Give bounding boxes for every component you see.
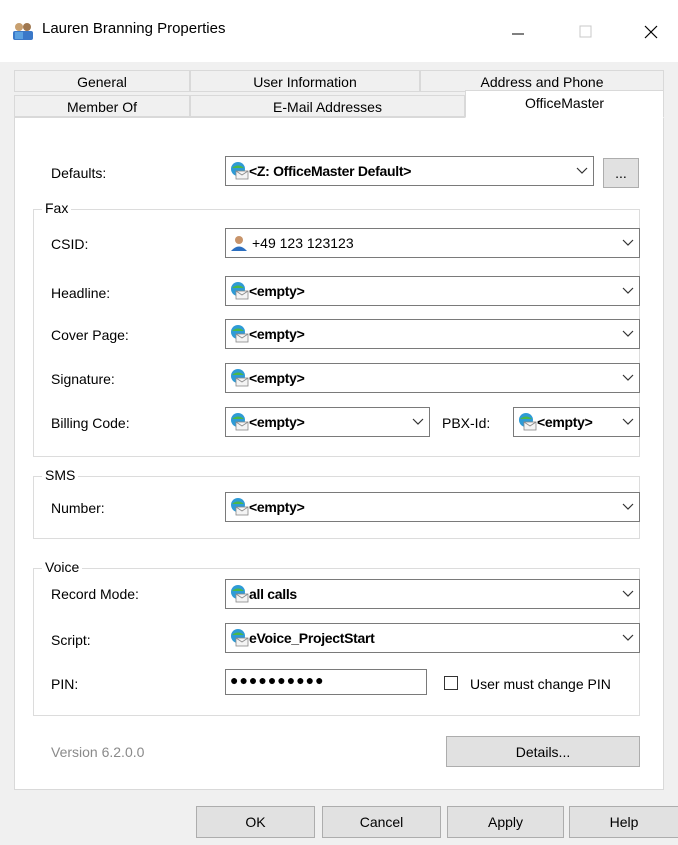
- cancel-button[interactable]: Cancel: [322, 806, 441, 838]
- tab-label: Address and Phone: [480, 74, 604, 90]
- cover-page-value: <empty>: [249, 326, 305, 342]
- must-change-pin-label[interactable]: User must change PIN: [470, 676, 611, 692]
- apply-button[interactable]: Apply: [447, 806, 564, 838]
- version-label: Version 6.2.0.0: [51, 744, 145, 760]
- billing-code-value: <empty>: [249, 414, 305, 430]
- signature-value: <empty>: [249, 370, 305, 386]
- globe-envelope-icon: [519, 413, 537, 431]
- globe-envelope-icon: [231, 369, 249, 387]
- tab-label: User Information: [253, 74, 357, 90]
- apply-label: Apply: [487, 814, 524, 830]
- csid-value: +49 123 123123: [252, 235, 354, 251]
- sms-number-combobox[interactable]: <empty>: [225, 492, 640, 522]
- signature-combobox[interactable]: <empty>: [225, 363, 640, 393]
- globe-envelope-icon: [231, 282, 249, 300]
- tab-address-and-phone[interactable]: Address and Phone: [420, 70, 664, 92]
- fax-group-title: Fax: [42, 200, 72, 216]
- cancel-label: Cancel: [359, 814, 404, 830]
- cover-page-combobox[interactable]: <empty>: [225, 319, 640, 349]
- chevron-down-icon: [571, 167, 593, 175]
- window-title: Lauren Branning Properties: [42, 20, 226, 37]
- chevron-down-icon: [617, 330, 639, 338]
- globe-envelope-icon: [231, 162, 249, 180]
- pbx-id-combobox[interactable]: <empty>: [513, 407, 640, 437]
- globe-envelope-icon: [231, 585, 249, 603]
- sms-number-label: Number:: [51, 500, 105, 516]
- pbx-id-label: PBX-Id:: [442, 415, 491, 431]
- details-label: Details...: [515, 743, 571, 760]
- minimize-icon: [512, 33, 524, 35]
- globe-envelope-icon: [231, 413, 249, 431]
- chevron-down-icon: [407, 418, 429, 426]
- sms-group-title: SMS: [42, 467, 79, 483]
- maximize-icon: [579, 25, 592, 38]
- pin-field[interactable]: ●●●●●●●●●●: [225, 669, 427, 695]
- defaults-value: <Z: OfficeMaster Default>: [249, 163, 412, 179]
- defaults-combobox[interactable]: <Z: OfficeMaster Default>: [225, 156, 594, 186]
- close-button[interactable]: [628, 10, 674, 54]
- help-button[interactable]: Help: [569, 806, 678, 838]
- minimize-button[interactable]: [495, 10, 541, 54]
- script-label: Script:: [51, 632, 91, 648]
- record-mode-label: Record Mode:: [51, 586, 139, 602]
- tab-general[interactable]: General: [14, 70, 190, 92]
- billing-code-combobox[interactable]: <empty>: [225, 407, 430, 437]
- script-value: eVoice_ProjectStart: [249, 630, 375, 646]
- tab-user-information[interactable]: User Information: [190, 70, 420, 92]
- csid-label: CSID:: [51, 236, 89, 252]
- chevron-down-icon: [617, 374, 639, 382]
- title-bar: Lauren Branning Properties: [0, 0, 678, 62]
- tab-officemaster[interactable]: OfficeMaster: [465, 90, 664, 118]
- tab-label: E-Mail Addresses: [273, 99, 382, 115]
- headline-label: Headline:: [51, 285, 111, 301]
- tab-email-addresses[interactable]: E-Mail Addresses: [190, 95, 465, 117]
- tab-member-of[interactable]: Member Of: [14, 95, 190, 117]
- chevron-down-icon: [617, 634, 639, 642]
- ok-label: OK: [245, 814, 266, 830]
- maximize-button: [563, 10, 609, 54]
- chevron-down-icon: [617, 239, 639, 247]
- user-icon: [231, 236, 247, 251]
- pin-label: PIN:: [51, 676, 79, 692]
- ok-button[interactable]: OK: [196, 806, 315, 838]
- must-change-pin-checkbox[interactable]: [444, 676, 458, 690]
- browse-label: ...: [615, 165, 627, 181]
- record-mode-combobox[interactable]: all calls: [225, 579, 640, 609]
- sms-number-value: <empty>: [249, 499, 305, 515]
- globe-envelope-icon: [231, 629, 249, 647]
- csid-combobox[interactable]: +49 123 123123: [225, 228, 640, 258]
- cover-page-label: Cover Page:: [51, 327, 129, 343]
- close-icon: [644, 25, 658, 39]
- tab-label: Member Of: [66, 99, 137, 115]
- script-combobox[interactable]: eVoice_ProjectStart: [225, 623, 640, 653]
- help-label: Help: [609, 814, 639, 830]
- users-icon: [13, 23, 33, 40]
- billing-code-label: Billing Code:: [51, 415, 130, 431]
- chevron-down-icon: [617, 503, 639, 511]
- voice-group-title: Voice: [42, 559, 83, 575]
- globe-envelope-icon: [231, 325, 249, 343]
- globe-envelope-icon: [231, 498, 249, 516]
- tab-label: General: [77, 74, 127, 90]
- pbx-id-value: <empty>: [537, 414, 593, 430]
- headline-combobox[interactable]: <empty>: [225, 276, 640, 306]
- tab-label: OfficeMaster: [524, 95, 605, 111]
- defaults-label: Defaults:: [51, 165, 107, 181]
- chevron-down-icon: [617, 418, 639, 426]
- defaults-browse-button[interactable]: ...: [603, 158, 639, 188]
- details-button[interactable]: Details...: [446, 736, 640, 767]
- signature-label: Signature:: [51, 371, 115, 387]
- chevron-down-icon: [617, 287, 639, 295]
- record-mode-value: all calls: [249, 586, 297, 602]
- chevron-down-icon: [617, 590, 639, 598]
- headline-value: <empty>: [249, 283, 305, 299]
